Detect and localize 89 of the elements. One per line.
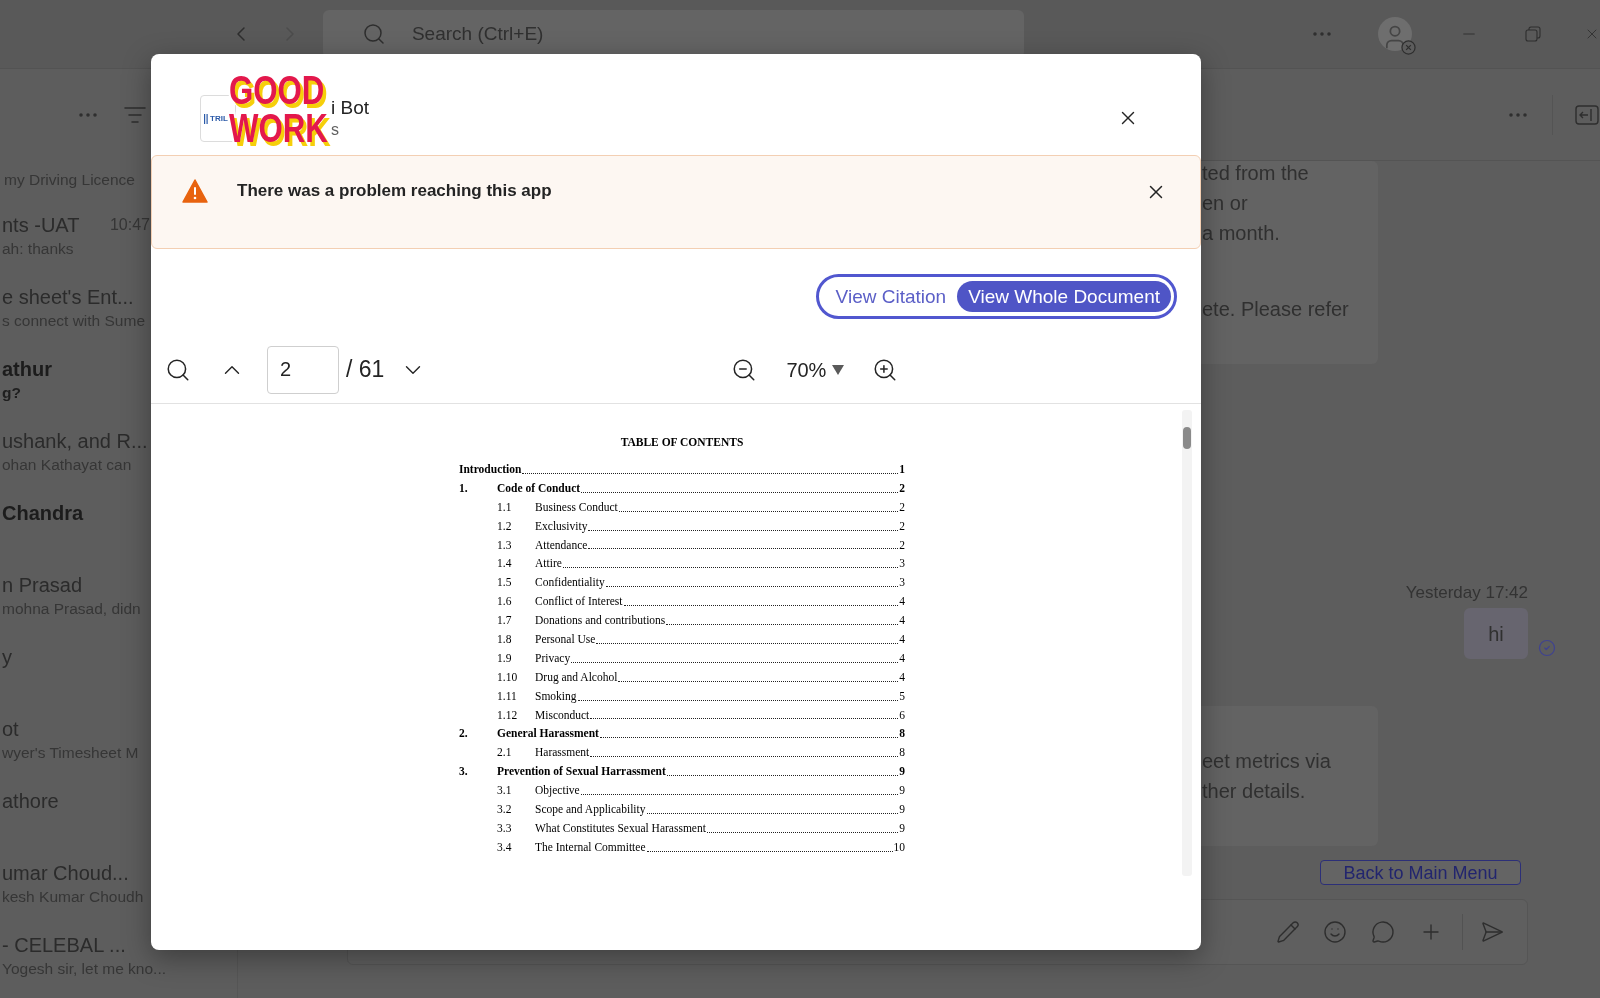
avatar-icon[interactable] xyxy=(1378,17,1413,51)
toc-title[interactable]: General Harassment xyxy=(497,724,599,744)
toc-title[interactable]: Attendance xyxy=(535,535,588,555)
toc-title[interactable]: Introduction xyxy=(459,460,522,479)
toc-title[interactable]: Harassment xyxy=(535,743,590,763)
toc-title[interactable]: Scope and Applicability xyxy=(535,800,646,819)
toc-number: 3.3 xyxy=(497,821,512,834)
toc-title[interactable]: Donations and contributions xyxy=(535,611,666,631)
toc-number: 1.7 xyxy=(497,614,512,627)
toc-page-number: 1 xyxy=(899,462,905,477)
toc-page-number: 2 xyxy=(899,499,905,515)
toc-title[interactable]: Attire xyxy=(535,554,562,574)
toc-page-number: 4 xyxy=(899,669,905,685)
toc-title[interactable]: Privacy xyxy=(535,648,571,668)
toc-page-number: 8 xyxy=(899,726,905,742)
toc-number: 1.2 xyxy=(497,519,512,532)
toc-heading: TABLE OF CONTENTS xyxy=(619,435,745,450)
toc-page-number: 2 xyxy=(899,537,905,553)
toc-number: 3.4 xyxy=(497,840,512,853)
smiley-icon[interactable] xyxy=(1323,920,1347,944)
toc-title[interactable]: Misconduct xyxy=(535,705,590,725)
toc-title[interactable]: Objective xyxy=(535,781,580,801)
toc-number: 1.12 xyxy=(497,708,518,721)
toc-page-number: 8 xyxy=(899,745,905,761)
scrollbar-thumb[interactable] xyxy=(1183,427,1191,449)
toc-title[interactable]: Conflict of Interest xyxy=(535,592,623,612)
toc-number: 3.1 xyxy=(497,784,512,797)
warning-icon xyxy=(182,179,208,203)
toc-title[interactable]: What Constitutes Sexual Harassment xyxy=(535,818,706,838)
toc-title[interactable]: Drug and Alcohol xyxy=(535,667,618,687)
toc-page-number: 3 xyxy=(899,575,905,591)
view-toggle-option[interactable]: View Citation xyxy=(824,281,958,312)
restore-icon[interactable] xyxy=(1525,26,1542,42)
toc-page-number: 9 xyxy=(899,783,905,799)
sticker-text: GOOD WORK xyxy=(229,71,328,147)
toc-page-number: 4 xyxy=(899,613,905,629)
pencil-icon[interactable] xyxy=(1276,920,1300,944)
search-icon xyxy=(361,22,386,46)
toc-number: 1.11 xyxy=(497,689,517,702)
toc-title[interactable]: Personal Use xyxy=(535,630,596,649)
toc-page-number: 9 xyxy=(899,802,905,818)
app-subtitle: s xyxy=(331,120,340,140)
chat-bubble-icon[interactable] xyxy=(1371,920,1395,944)
toc-number: 3. xyxy=(459,765,468,778)
status-badge-icon xyxy=(1401,40,1417,55)
toc-number: 1.3 xyxy=(497,538,512,551)
toc-page-number: 5 xyxy=(899,688,905,704)
page-input[interactable]: 2 xyxy=(267,345,339,394)
toc-number: 3.2 xyxy=(497,803,512,816)
toc-title[interactable]: Confidentiality xyxy=(535,573,605,593)
toc-number: 1.10 xyxy=(497,670,518,683)
page-total: / 61 xyxy=(346,355,385,385)
toc-page-number: 9 xyxy=(899,820,905,836)
toc-title[interactable]: Smoking xyxy=(535,686,577,706)
view-toggle-option[interactable]: View Whole Document xyxy=(957,281,1171,312)
toc-page-number: 4 xyxy=(899,650,905,666)
toc-number: 1.9 xyxy=(497,651,512,664)
toc-title[interactable]: Code of Conduct xyxy=(497,478,581,498)
toc-number: 1.8 xyxy=(497,633,512,645)
message-text: hi xyxy=(1488,621,1504,647)
toc-page-number: 3 xyxy=(899,556,905,572)
toc-title[interactable]: Business Conduct xyxy=(535,497,618,517)
app-name: i Bot xyxy=(331,96,370,120)
toc-number: 1. xyxy=(459,481,468,494)
send-icon[interactable] xyxy=(1480,920,1504,944)
toc-number: 2.1 xyxy=(497,746,512,759)
logo-text: TRIL xyxy=(210,114,228,123)
alert-message: There was a problem reaching this app xyxy=(237,180,552,202)
toc-number: 1.5 xyxy=(497,576,512,589)
toc-page-number: 2 xyxy=(899,480,905,496)
toc-title[interactable]: The Internal Committee xyxy=(535,837,646,857)
toc-title[interactable]: Prevention of Sexual Harrassment xyxy=(497,762,666,782)
toc-number: 1.6 xyxy=(497,595,512,608)
caret-down-icon[interactable] xyxy=(832,364,845,375)
check-circle-icon xyxy=(1538,639,1556,657)
scrollbar-track[interactable] xyxy=(1182,410,1192,876)
toc-number: 1.1 xyxy=(497,500,512,513)
toc-page-number: 4 xyxy=(899,632,905,647)
logo-bars-icon xyxy=(204,113,208,124)
toc-page-number: 2 xyxy=(899,518,905,534)
toc-number: 2. xyxy=(459,727,468,740)
chat-preview: g? xyxy=(2,383,21,403)
toc-title[interactable]: Exclusivity xyxy=(535,516,588,536)
toc-page-number: 9 xyxy=(899,764,905,780)
zoom-level[interactable]: 70% xyxy=(786,354,827,385)
toc-number: 1.4 xyxy=(497,557,512,570)
toc-page-number: 10 xyxy=(893,839,905,855)
toc-page-number: 4 xyxy=(899,594,905,610)
toc-page-number: 6 xyxy=(899,707,905,723)
